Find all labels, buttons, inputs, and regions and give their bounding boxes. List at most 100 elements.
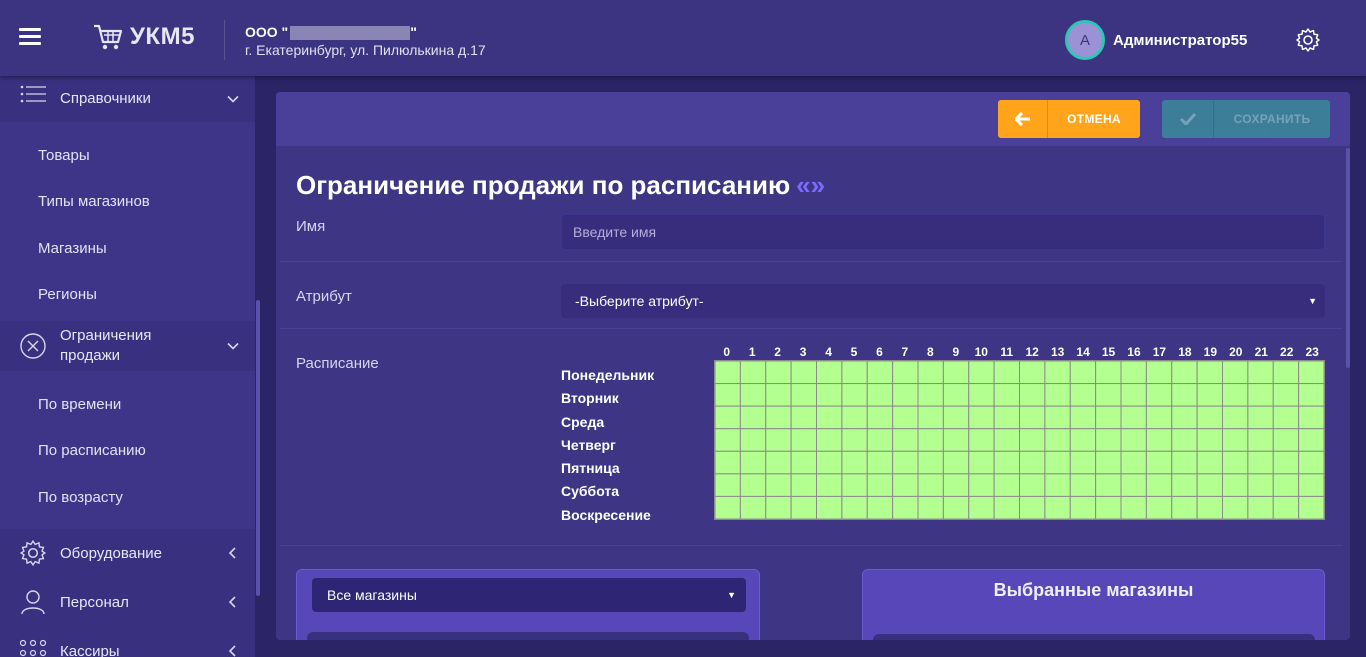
schedule-cell[interactable]: [993, 405, 1021, 430]
schedule-cell[interactable]: [917, 383, 944, 407]
schedule-cell[interactable]: [816, 495, 843, 519]
schedule-cell[interactable]: [942, 428, 970, 452]
schedule-cell[interactable]: [1222, 405, 1249, 430]
schedule-cell[interactable]: [1247, 428, 1274, 452]
schedule-cell[interactable]: [1196, 473, 1224, 497]
schedule-cell[interactable]: [968, 383, 995, 407]
schedule-cell[interactable]: [739, 383, 767, 407]
schedule-cell[interactable]: [841, 428, 868, 452]
schedule-cell[interactable]: [1171, 495, 1198, 519]
schedule-cell[interactable]: [1222, 383, 1249, 407]
schedule-cell[interactable]: [715, 473, 741, 497]
schedule-cell[interactable]: [1095, 383, 1122, 407]
schedule-cell[interactable]: [841, 361, 868, 385]
panel-scrollbar[interactable]: [1346, 148, 1350, 368]
schedule-cell[interactable]: [1171, 383, 1198, 407]
schedule-cell[interactable]: [1222, 428, 1249, 452]
schedule-cell[interactable]: [1044, 428, 1071, 452]
schedule-cell[interactable]: [1272, 473, 1300, 497]
schedule-cell[interactable]: [790, 361, 818, 385]
schedule-cell[interactable]: [1145, 383, 1173, 407]
schedule-cell[interactable]: [816, 428, 843, 452]
schedule-cell[interactable]: [1019, 405, 1046, 430]
schedule-cell[interactable]: [1222, 361, 1249, 385]
schedule-cell[interactable]: [942, 495, 970, 519]
schedule-cell[interactable]: [1145, 428, 1173, 452]
schedule-grid[interactable]: [714, 360, 1325, 520]
schedule-cell[interactable]: [1019, 495, 1046, 519]
sidebar-item-by-schedule[interactable]: По расписанию: [0, 428, 255, 475]
schedule-cell[interactable]: [1222, 450, 1249, 475]
schedule-cell[interactable]: [1069, 495, 1097, 519]
schedule-cell[interactable]: [841, 495, 868, 519]
schedule-cell[interactable]: [1019, 383, 1046, 407]
schedule-cell[interactable]: [993, 450, 1021, 475]
schedule-cell[interactable]: [790, 428, 818, 452]
attribute-select[interactable]: -Выберите атрибут- ▼: [561, 284, 1325, 318]
schedule-cell[interactable]: [715, 495, 741, 519]
schedule-cell[interactable]: [790, 450, 818, 475]
schedule-cell[interactable]: [816, 450, 843, 475]
schedule-cell[interactable]: [1120, 361, 1147, 385]
schedule-cell[interactable]: [1247, 473, 1274, 497]
schedule-cell[interactable]: [1120, 428, 1147, 452]
schedule-cell[interactable]: [816, 383, 843, 407]
schedule-cell[interactable]: [1272, 495, 1300, 519]
schedule-cell[interactable]: [1222, 473, 1249, 497]
schedule-cell[interactable]: [1196, 361, 1224, 385]
schedule-cell[interactable]: [765, 361, 792, 385]
schedule-cell[interactable]: [790, 383, 818, 407]
schedule-cell[interactable]: [765, 405, 792, 430]
save-button[interactable]: СОХРАНИТЬ: [1162, 100, 1330, 138]
schedule-cell[interactable]: [790, 495, 818, 519]
schedule-cell[interactable]: [1272, 405, 1300, 430]
schedule-cell[interactable]: [892, 473, 919, 497]
app-logo[interactable]: УКМ5: [92, 22, 195, 52]
schedule-cell[interactable]: [866, 405, 894, 430]
schedule-cell[interactable]: [917, 450, 944, 475]
name-input[interactable]: [561, 214, 1325, 250]
schedule-cell[interactable]: [1145, 473, 1173, 497]
schedule-cell[interactable]: [1222, 495, 1249, 519]
schedule-cell[interactable]: [1095, 361, 1122, 385]
schedule-cell[interactable]: [1247, 495, 1274, 519]
schedule-cell[interactable]: [1044, 473, 1071, 497]
schedule-cell[interactable]: [993, 383, 1021, 407]
schedule-cell[interactable]: [1145, 495, 1173, 519]
schedule-cell[interactable]: [1069, 450, 1097, 475]
schedule-cell[interactable]: [942, 473, 970, 497]
schedule-grid-cells[interactable]: [715, 361, 1324, 519]
schedule-cell[interactable]: [968, 450, 995, 475]
schedule-cell[interactable]: [892, 428, 919, 452]
schedule-cell[interactable]: [917, 428, 944, 452]
schedule-cell[interactable]: [765, 383, 792, 407]
schedule-cell[interactable]: [739, 428, 767, 452]
schedule-cell[interactable]: [715, 428, 741, 452]
schedule-cell[interactable]: [715, 383, 741, 407]
sidebar-item-by-age[interactable]: По возрасту: [0, 474, 255, 521]
schedule-cell[interactable]: [1247, 383, 1274, 407]
avatar[interactable]: А: [1065, 20, 1105, 60]
schedule-cell[interactable]: [993, 495, 1021, 519]
settings-gear-icon[interactable]: [1295, 27, 1321, 53]
schedule-cell[interactable]: [892, 383, 919, 407]
schedule-cell[interactable]: [968, 495, 995, 519]
schedule-cell[interactable]: [1298, 495, 1324, 519]
sidebar-item-stores[interactable]: Магазины: [0, 225, 255, 272]
schedule-cell[interactable]: [841, 383, 868, 407]
schedule-cell[interactable]: [1196, 405, 1224, 430]
schedule-cell[interactable]: [892, 495, 919, 519]
schedule-cell[interactable]: [1044, 405, 1071, 430]
schedule-cell[interactable]: [715, 361, 741, 385]
schedule-cell[interactable]: [1196, 450, 1224, 475]
schedule-cell[interactable]: [1145, 361, 1173, 385]
cancel-button[interactable]: ОТМЕНА: [998, 100, 1140, 138]
schedule-cell[interactable]: [866, 383, 894, 407]
schedule-cell[interactable]: [841, 473, 868, 497]
schedule-cell[interactable]: [715, 450, 741, 475]
schedule-cell[interactable]: [1095, 473, 1122, 497]
schedule-cell[interactable]: [1069, 361, 1097, 385]
schedule-cell[interactable]: [1298, 405, 1324, 430]
schedule-cell[interactable]: [816, 473, 843, 497]
schedule-cell[interactable]: [1171, 361, 1198, 385]
